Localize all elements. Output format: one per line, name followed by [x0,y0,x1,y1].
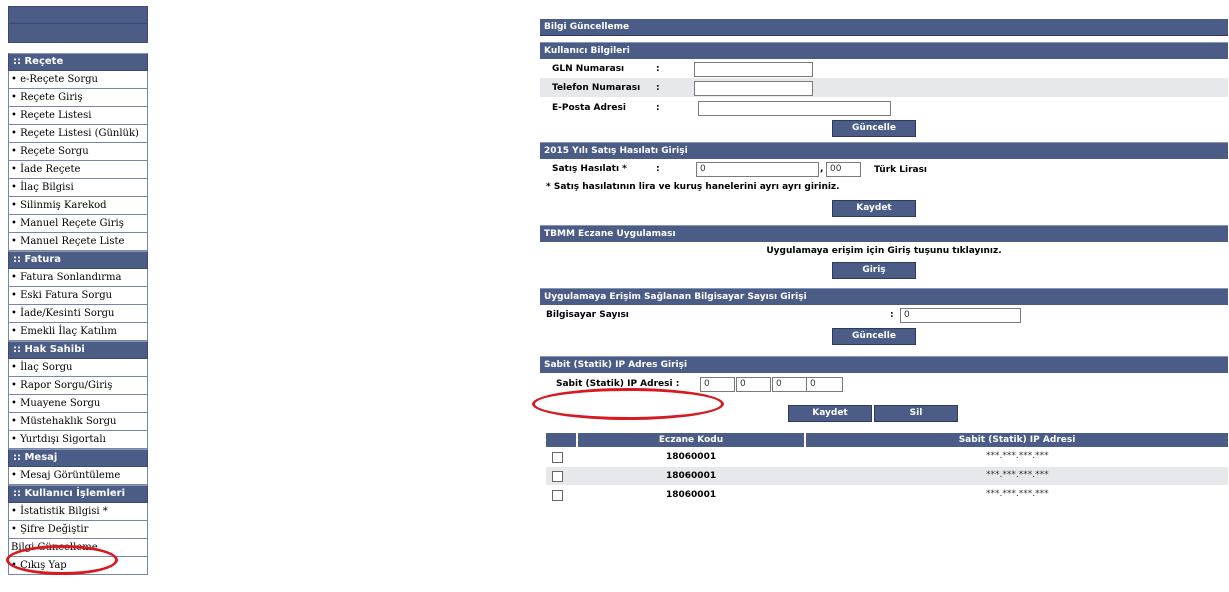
table-header-ip: Sabit (Statik) IP Adresi [806,433,1228,447]
table-row: 18060001 ***.***.***.*** [546,448,1228,466]
tbmm-message: Uygulamaya erişim için Giriş tuşunu tıkl… [766,246,1002,256]
sales-actions: Kaydet [540,197,1228,219]
phone-row: Telefon Numarası : [540,78,1228,97]
sidebar-item-recete-listesi[interactable]: • Reçete Listesi [8,107,148,125]
currency-label: Türk Lirası [874,165,928,175]
row-ip: ***.***.***.*** [986,451,1049,461]
row-eczane-kodu: 18060001 [666,471,717,481]
section-header-kullanici-bilgileri: Kullanıcı Bilgileri [540,42,1228,59]
sidebar-banner-bottom [8,24,148,43]
sidebar-item-mustehaklik-sorgu[interactable]: • Müstehaklık Sorgu [8,413,148,431]
tbmm-message-row: Uygulamaya erişim için Giriş tuşunu tıkl… [540,242,1228,260]
sidebar-item-sifre-degistir[interactable]: • Şifre Değiştir [8,521,148,539]
computers-input[interactable]: 0 [900,308,1021,323]
sidebar-banner-top [8,6,148,24]
page-title: Bilgi Güncelleme [540,19,1228,36]
sidebar-section-hak-sahibi: :: Hak Sahibi [8,341,148,359]
section-header-sabit-ip: Sabit (Statik) IP Adres Girişi [540,356,1228,373]
sidebar-item-yurtdisi-sigortali[interactable]: • Yurtdışı Sigortalı [8,431,148,449]
row-eczane-kodu: 18060001 [666,452,717,462]
row-eczane-kodu: 18060001 [666,490,717,500]
sales-lira-input[interactable]: 0 [696,162,819,177]
ip-octet-1-input[interactable]: 0 [700,377,735,392]
section-header-bilgisayar-sayisi: Uygulamaya Erişim Sağlanan Bilgisayar Sa… [540,288,1228,305]
computers-actions: Güncelle [540,325,1228,347]
email-colon: : [656,103,660,113]
computers-row: Bilgisayar Sayısı : 0 [540,305,1228,325]
login-button[interactable]: Giriş [832,262,916,279]
email-input[interactable] [698,101,891,116]
sidebar-section-mesaj: :: Mesaj [8,449,148,467]
save-sales-button[interactable]: Kaydet [832,200,916,217]
sidebar-item-rapor-sorgu-giris[interactable]: • Rapor Sorgu/Giriş [8,377,148,395]
email-row: E-Posta Adresi : [540,97,1228,119]
sales-row: Satış Hasılatı * : 0 , 00 Türk Lirası [540,159,1228,179]
gln-input[interactable] [694,62,813,77]
sidebar-item-manuel-recete-liste[interactable]: • Manuel Reçete Liste [8,233,148,251]
sidebar-item-recete-giris[interactable]: • Reçete Giriş [8,89,148,107]
sidebar-item-iade-recete[interactable]: • İade Reçete [8,161,148,179]
sidebar-item-emekli-ilac-katilim[interactable]: • Emekli İlaç Katılım [8,323,148,341]
sales-comma: , [820,164,824,174]
sales-label: Satış Hasılatı * [552,164,627,174]
sales-colon: : [656,164,660,174]
ip-octet-4-input[interactable]: 0 [806,377,843,392]
update-user-info-button[interactable]: Güncelle [832,120,916,137]
computers-colon: : [890,310,894,320]
sidebar-item-ilac-bilgisi[interactable]: • İlaç Bilgisi [8,179,148,197]
sidebar-item-fatura-sonlandirma[interactable]: • Fatura Sonlandırma [8,269,148,287]
row-checkbox[interactable] [552,490,563,501]
sidebar-item-istatistik-bilgisi[interactable]: • İstatistik Bilgisi * [8,503,148,521]
sidebar-item-recete-sorgu[interactable]: • Reçete Sorgu [8,143,148,161]
phone-input[interactable] [694,81,813,96]
table-row: 18060001 ***.***.***.*** [546,467,1228,485]
email-label: E-Posta Adresi [552,103,626,113]
row-ip: ***.***.***.*** [986,489,1049,499]
static-ip-label: Sabit (Statik) IP Adresi : [556,379,680,389]
phone-colon: : [656,83,660,93]
sales-note-row: * Satış hasılatının lira ve kuruş hanele… [540,179,1228,197]
computers-label: Bilgisayar Sayısı [546,310,629,320]
main-panel: Bilgi Güncelleme Kullanıcı Bilgileri GLN… [540,19,1228,509]
row-ip: ***.***.***.*** [986,470,1049,480]
gln-row: GLN Numarası : [540,59,1228,78]
sidebar-item-silinmis-karekod[interactable]: • Silinmiş Karekod [8,197,148,215]
sidebar-section-kullanici-islemleri: :: Kullanıcı İşlemleri [8,485,148,503]
sidebar-item-e-recete-sorgu[interactable]: • e-Reçete Sorgu [8,71,148,89]
tbmm-actions: Giriş [540,260,1228,282]
sales-note: * Satış hasılatının lira ve kuruş hanele… [546,182,840,192]
gln-label: GLN Numarası [552,64,625,74]
phone-label: Telefon Numarası [552,83,641,93]
static-ip-row: Sabit (Statik) IP Adresi : 0 0 0 0 [540,373,1228,393]
user-info-actions: Güncelle [540,119,1228,139]
table-header-checkbox [546,433,576,447]
sidebar: :: Reçete • e-Reçete Sorgu • Reçete Giri… [8,6,148,575]
static-ip-actions: Kaydet Sil [540,393,1228,431]
sidebar-item-recete-listesi-gunluk[interactable]: • Reçete Listesi (Günlük) [8,125,148,143]
sidebar-item-cikis-yap[interactable]: • Çıkış Yap [8,557,148,575]
ip-octet-2-input[interactable]: 0 [736,377,771,392]
row-checkbox[interactable] [552,452,563,463]
sidebar-item-manuel-recete-giris[interactable]: • Manuel Reçete Giriş [8,215,148,233]
table-row: 18060001 ***.***.***.*** [546,486,1228,504]
ip-table: Eczane Kodu Sabit (Statik) IP Adresi 180… [540,431,1228,509]
ip-octet-3-input[interactable]: 0 [772,377,807,392]
sidebar-item-mesaj-goruntuleme[interactable]: • Mesaj Görüntüleme [8,467,148,485]
sidebar-item-bilgi-guncelleme[interactable]: Bilgi Güncelleme [8,539,148,557]
sidebar-section-fatura: :: Fatura [8,251,148,269]
update-computers-button[interactable]: Güncelle [832,328,916,345]
sidebar-item-iade-kesinti-sorgu[interactable]: • İade/Kesinti Sorgu [8,305,148,323]
section-header-tbmm: TBMM Eczane Uygulaması [540,225,1228,242]
save-ip-button[interactable]: Kaydet [788,405,872,422]
sidebar-item-ilac-sorgu[interactable]: • İlaç Sorgu [8,359,148,377]
sales-kurus-input[interactable]: 00 [826,162,861,177]
section-header-satis-hasilati: 2015 Yılı Satış Hasılatı Girişi [540,142,1228,159]
row-checkbox[interactable] [552,471,563,482]
sidebar-item-muayene-sorgu[interactable]: • Muayene Sorgu [8,395,148,413]
sidebar-section-recete: :: Reçete [8,53,148,71]
table-header-eczane-kodu: Eczane Kodu [578,433,804,447]
sidebar-item-eski-fatura-sorgu[interactable]: • Eski Fatura Sorgu [8,287,148,305]
gln-colon: : [656,64,660,74]
delete-ip-button[interactable]: Sil [874,405,958,422]
